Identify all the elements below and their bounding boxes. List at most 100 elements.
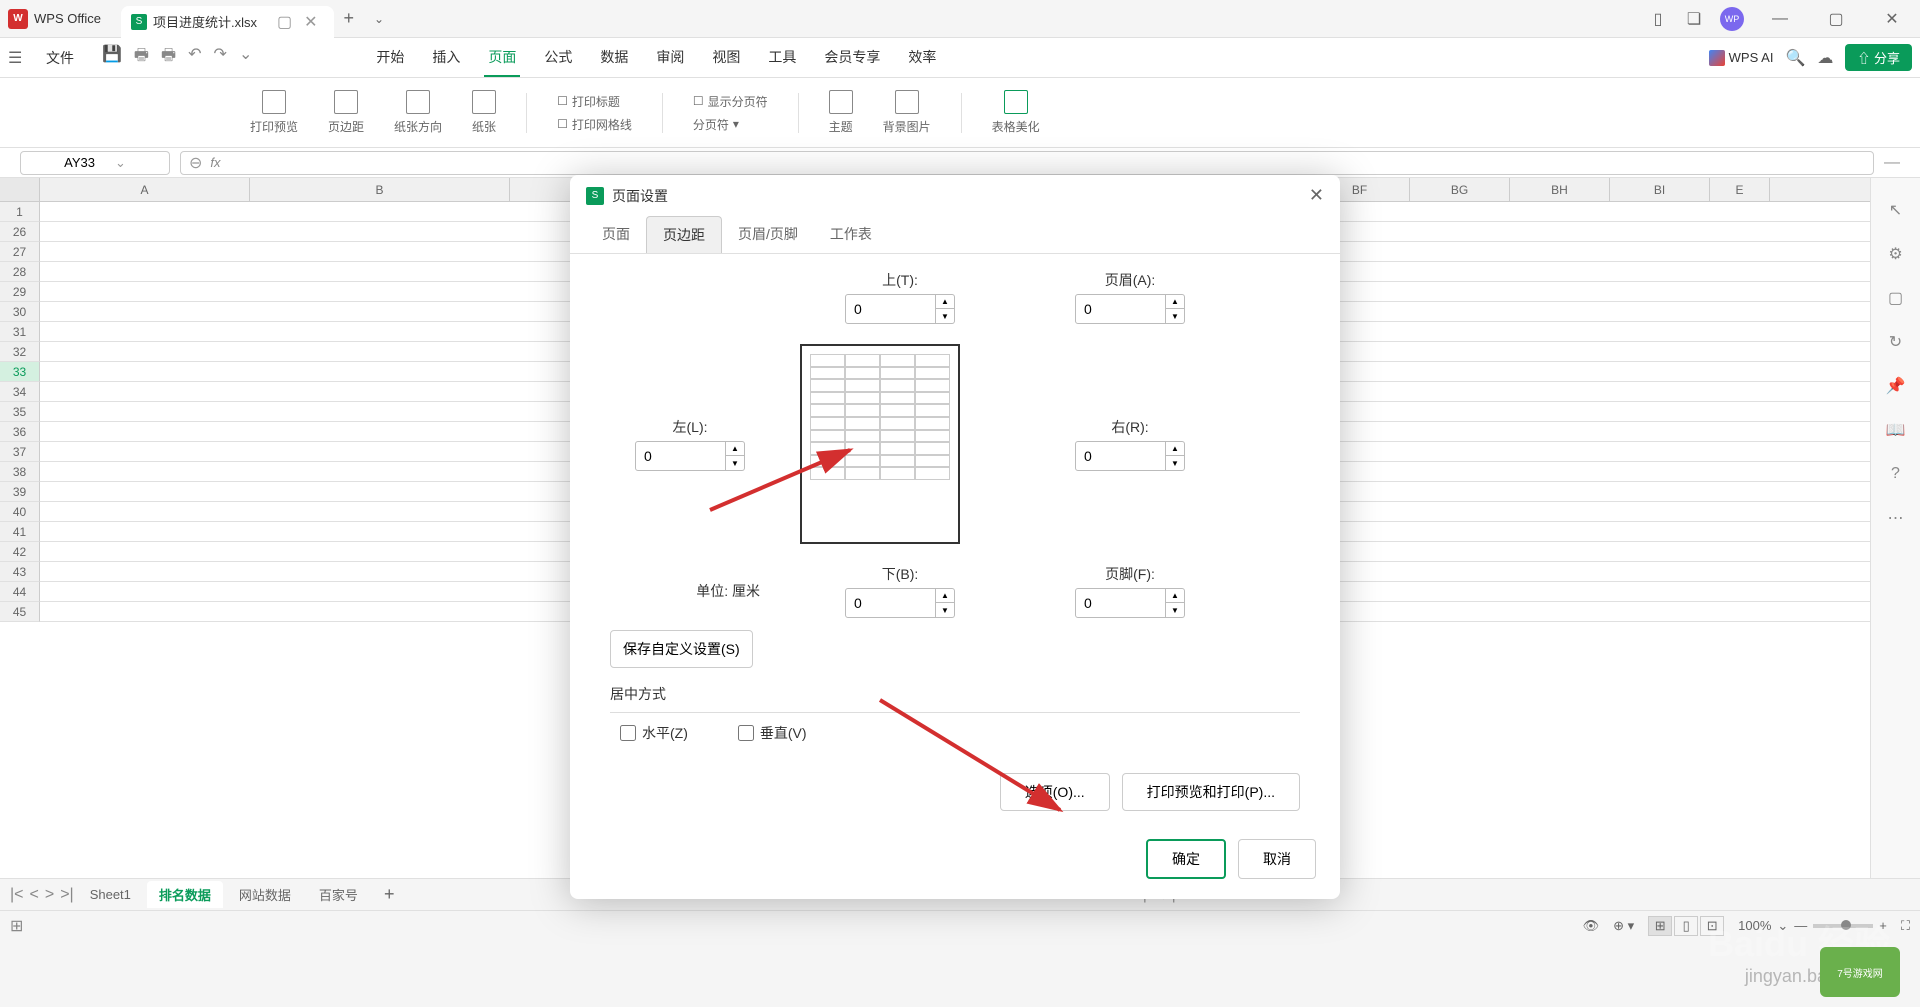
ribbon-size[interactable]: 纸张 xyxy=(472,90,496,135)
pin-icon[interactable]: 📌 xyxy=(1884,374,1908,398)
row-header[interactable]: 43 xyxy=(0,562,40,582)
ribbon-print-titles[interactable]: ☐ 打印标题 xyxy=(557,93,632,110)
spin-up-icon[interactable]: ▲ xyxy=(1166,295,1184,309)
margin-left-input[interactable] xyxy=(635,441,726,471)
frame-icon[interactable]: ▢ xyxy=(1884,286,1908,310)
spin-down-icon[interactable]: ▼ xyxy=(1166,603,1184,617)
tab-start[interactable]: 开始 xyxy=(372,39,408,77)
cloud-icon[interactable]: ☁ xyxy=(1817,48,1833,68)
ribbon-orientation[interactable]: 纸张方向 xyxy=(394,90,442,135)
more-dots-icon[interactable]: ⋯ xyxy=(1884,506,1908,530)
zoom-in-button[interactable]: + xyxy=(1879,918,1887,933)
tab-close-icon[interactable]: ✕ xyxy=(298,12,323,32)
dialog-close-button[interactable]: ✕ xyxy=(1309,185,1324,206)
margin-bottom-input[interactable] xyxy=(845,588,936,618)
ribbon-margins[interactable]: 页边距 xyxy=(328,90,364,135)
spin-up-icon[interactable]: ▲ xyxy=(936,589,954,603)
grid-icon[interactable]: ⊕ ▾ xyxy=(1613,918,1634,934)
row-header[interactable]: 1 xyxy=(0,202,40,222)
tab-efficiency[interactable]: 效率 xyxy=(904,39,940,77)
center-vertical-checkbox[interactable] xyxy=(738,725,754,741)
row-header[interactable]: 45 xyxy=(0,602,40,622)
cell-reference-input[interactable]: AY33 ⌄ xyxy=(20,151,170,175)
hamburger-icon[interactable]: ☰ xyxy=(8,48,28,68)
zoom-level[interactable]: 100% xyxy=(1738,918,1771,933)
zoom-slider[interactable] xyxy=(1813,924,1873,928)
spin-up-icon[interactable]: ▲ xyxy=(1166,442,1184,456)
row-header[interactable]: 38 xyxy=(0,462,40,482)
row-header[interactable]: 31 xyxy=(0,322,40,342)
ribbon-breaks[interactable]: 分页符 ▾ xyxy=(693,116,768,133)
phone-icon[interactable]: ▯ xyxy=(1648,9,1668,29)
help-icon[interactable]: ? xyxy=(1884,462,1908,486)
zoom-dropdown-icon[interactable]: ⌄ xyxy=(1777,918,1788,934)
undo-icon[interactable]: ↶ xyxy=(188,44,201,71)
spin-up-icon[interactable]: ▲ xyxy=(1166,589,1184,603)
tab-data[interactable]: 数据 xyxy=(596,39,632,77)
document-tab[interactable]: S 项目进度统计.xlsx ▢ ✕ xyxy=(121,6,334,38)
wps-ai-button[interactable]: WPS AI xyxy=(1709,50,1774,66)
row-header[interactable]: 37 xyxy=(0,442,40,462)
save-icon[interactable]: 💾 xyxy=(102,44,122,71)
settings-icon[interactable]: ⚙ xyxy=(1884,242,1908,266)
center-vertical-check[interactable]: 垂直(V) xyxy=(738,723,807,743)
search-icon[interactable]: 🔍 xyxy=(1785,48,1805,68)
margin-right-spinner[interactable]: ▲▼ xyxy=(1075,441,1185,471)
zoom-out-button[interactable]: — xyxy=(1794,918,1807,933)
zoom-out-icon[interactable]: ⊖ xyxy=(189,153,202,173)
row-header[interactable]: 34 xyxy=(0,382,40,402)
margin-footer-spinner[interactable]: ▲▼ xyxy=(1075,588,1185,618)
spin-down-icon[interactable]: ▼ xyxy=(936,309,954,323)
eye-icon[interactable]: 👁 xyxy=(1583,918,1600,934)
ok-button[interactable]: 确定 xyxy=(1146,839,1226,879)
col-header[interactable]: E xyxy=(1710,178,1770,201)
print2-icon[interactable]: 🖶 xyxy=(161,44,176,71)
row-header[interactable]: 36 xyxy=(0,422,40,442)
center-horizontal-checkbox[interactable] xyxy=(620,725,636,741)
ribbon-show-breaks[interactable]: ☐ 显示分页符 xyxy=(693,93,768,110)
cursor-icon[interactable]: ↖ xyxy=(1884,198,1908,222)
tab-dropdown-icon[interactable]: ⌄ xyxy=(364,12,394,26)
ribbon-theme[interactable]: 主题 xyxy=(829,90,853,135)
row-header[interactable]: 29 xyxy=(0,282,40,302)
view-break-button[interactable]: ⊡ xyxy=(1700,916,1724,936)
tab-insert[interactable]: 插入 xyxy=(428,39,464,77)
sheet-tab-baijiahao[interactable]: 百家号 xyxy=(307,881,370,908)
cancel-button[interactable]: 取消 xyxy=(1238,839,1316,879)
cube-icon[interactable]: ❏ xyxy=(1684,9,1704,29)
sheet-nav-first-icon[interactable]: |< xyxy=(10,886,24,904)
sheet-nav-last-icon[interactable]: >| xyxy=(60,886,74,904)
formula-input[interactable]: ⊖ fx xyxy=(180,151,1874,175)
status-icon[interactable]: ⊞ xyxy=(10,916,23,936)
spin-down-icon[interactable]: ▼ xyxy=(1166,309,1184,323)
margin-top-input[interactable] xyxy=(845,294,936,324)
dialog-tab-margins[interactable]: 页边距 xyxy=(646,216,722,253)
row-header[interactable]: 39 xyxy=(0,482,40,502)
maximize-button[interactable]: ▢ xyxy=(1816,4,1856,34)
fullscreen-icon[interactable]: ⛶ xyxy=(1901,918,1910,934)
dialog-tab-header-footer[interactable]: 页眉/页脚 xyxy=(722,216,814,253)
sheet-tab-website[interactable]: 网站数据 xyxy=(227,881,303,908)
tab-review[interactable]: 审阅 xyxy=(652,39,688,77)
row-header[interactable]: 32 xyxy=(0,342,40,362)
row-header[interactable]: 26 xyxy=(0,222,40,242)
ribbon-print-preview[interactable]: 打印预览 xyxy=(250,90,298,135)
spin-up-icon[interactable]: ▲ xyxy=(726,442,744,456)
col-header[interactable]: A xyxy=(40,178,250,201)
row-header[interactable]: 28 xyxy=(0,262,40,282)
ribbon-beautify[interactable]: 表格美化 xyxy=(992,90,1040,135)
col-header[interactable]: B xyxy=(250,178,510,201)
redo-icon[interactable]: ↷ xyxy=(214,44,227,71)
close-button[interactable]: ✕ xyxy=(1872,4,1912,34)
tab-formula[interactable]: 公式 xyxy=(540,39,576,77)
tab-view[interactable]: 视图 xyxy=(708,39,744,77)
view-normal-button[interactable]: ⊞ xyxy=(1648,916,1672,936)
row-header[interactable]: 30 xyxy=(0,302,40,322)
sheet-tab-sheet1[interactable]: Sheet1 xyxy=(78,883,143,906)
margin-header-spinner[interactable]: ▲▼ xyxy=(1075,294,1185,324)
spin-down-icon[interactable]: ▼ xyxy=(936,603,954,617)
share-button[interactable]: ⇧ 分享 xyxy=(1845,44,1912,71)
margin-right-input[interactable] xyxy=(1075,441,1166,471)
tab-restore-icon[interactable]: ▢ xyxy=(277,12,292,32)
col-header[interactable]: BI xyxy=(1610,178,1710,201)
